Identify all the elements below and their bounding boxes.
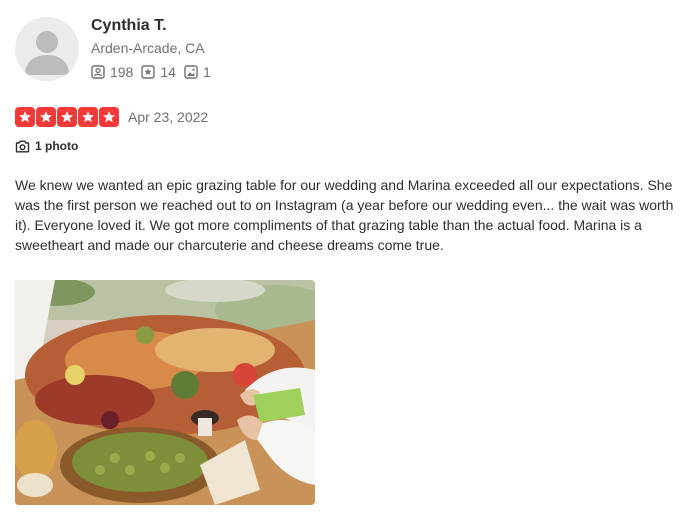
star-icon: [15, 107, 35, 127]
star-icon: [57, 107, 77, 127]
rating-row: Apr 23, 2022: [15, 107, 208, 127]
default-avatar-icon: [15, 17, 79, 81]
camera-icon: [15, 140, 30, 152]
star-review-icon: [141, 65, 156, 79]
star-icon: [99, 107, 119, 127]
photos-count: 1: [202, 64, 211, 80]
star-icon: [78, 107, 98, 127]
review-photo-count[interactable]: 1 photo: [15, 139, 78, 153]
friends-count: 198: [110, 64, 134, 80]
review-text: We knew we wanted an epic grazing table …: [15, 177, 674, 253]
user-location: Arden-Arcade, CA: [91, 40, 205, 56]
friends-icon: [91, 65, 105, 79]
photos-stat: 1: [184, 64, 211, 80]
user-name[interactable]: Cynthia T.: [91, 17, 167, 35]
user-stats: 198 14 1: [91, 64, 219, 80]
photo-icon: [184, 65, 198, 79]
star-rating: [15, 107, 120, 127]
star-icon: [36, 107, 56, 127]
grazing-table-photo: [15, 280, 315, 505]
avatar[interactable]: [15, 17, 79, 81]
photo-count-label: 1 photo: [35, 139, 79, 153]
review-date: Apr 23, 2022: [128, 109, 209, 125]
friends-stat: 198: [91, 64, 133, 80]
reviews-count: 14: [160, 64, 176, 80]
review-photo[interactable]: [15, 280, 315, 505]
reviews-stat: 14: [141, 64, 176, 80]
